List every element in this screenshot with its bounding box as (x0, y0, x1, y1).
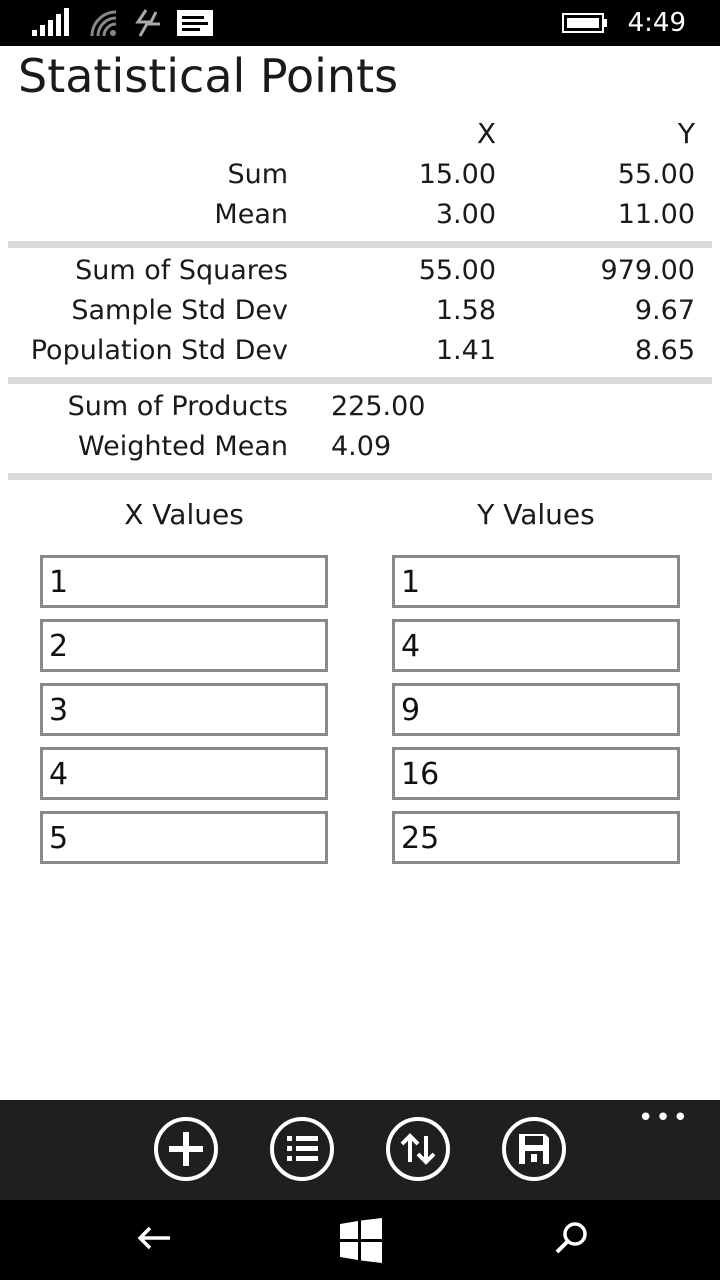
x-value-input[interactable]: 4 (40, 747, 328, 800)
x-value-input[interactable]: 5 (40, 811, 328, 864)
stat-value-y: 55.00 (617, 159, 695, 190)
stat-value-y: 9.67 (634, 295, 695, 326)
section-divider (8, 473, 712, 480)
stat-label: Population Std Dev (30, 335, 288, 366)
add-icon[interactable] (153, 1116, 219, 1182)
stat-row-weighted-mean: Weighted Mean 4.09 (0, 427, 720, 467)
stat-row-sum-of-squares: Sum of Squares 55.00 979.00 (0, 251, 720, 291)
stat-value-x: 1.58 (435, 295, 496, 326)
status-time: 4:49 (627, 8, 686, 38)
stat-value-x: 3.00 (435, 199, 496, 230)
stat-value-y: 979.00 (600, 255, 695, 286)
more-button[interactable]: ••• (638, 1105, 690, 1131)
y-value-input[interactable]: 9 (392, 683, 680, 736)
stat-label: Sum of Squares (75, 255, 288, 286)
battery-icon (562, 13, 607, 33)
stat-value-y: 8.65 (634, 335, 695, 366)
stat-label: Sum of Products (67, 391, 288, 422)
save-icon[interactable] (501, 1116, 567, 1182)
app-bar: ••• (0, 1100, 720, 1200)
list-icon[interactable] (269, 1116, 335, 1182)
stat-value: 225.00 (331, 391, 426, 422)
stat-label: Weighted Mean (78, 431, 288, 462)
message-icon (177, 10, 213, 36)
y-value-input[interactable]: 16 (392, 747, 680, 800)
stat-value-x: 1.41 (435, 335, 496, 366)
column-header-y: Y (677, 117, 695, 150)
stat-label: Mean (214, 199, 288, 230)
y-values-header: Y Values (477, 498, 595, 531)
column-header-x: X (476, 117, 496, 150)
stat-row-sample-std-dev: Sample Std Dev 1.58 9.67 (0, 291, 720, 331)
x-value-input[interactable]: 1 (40, 555, 328, 608)
wifi-icon (90, 10, 117, 37)
stat-row-population-std-dev: Population Std Dev 1.41 8.65 (0, 331, 720, 371)
x-value-input[interactable]: 3 (40, 683, 328, 736)
column-headers: X Y (0, 114, 720, 154)
x-values-header: X Values (124, 498, 244, 531)
page-title: Statistical Points (18, 49, 399, 103)
navigation-bar (0, 1200, 720, 1280)
stat-value: 4.09 (331, 431, 392, 462)
section-divider (8, 377, 712, 384)
stat-row-sum: Sum 15.00 55.00 (0, 155, 720, 195)
windows-icon[interactable] (338, 1218, 384, 1264)
stat-label: Sum (227, 159, 288, 190)
status-bar: 4:49 (0, 0, 720, 46)
x-value-input[interactable]: 2 (40, 619, 328, 672)
stat-value-x: 15.00 (418, 159, 496, 190)
y-value-input[interactable]: 4 (392, 619, 680, 672)
sort-icon[interactable] (385, 1116, 451, 1182)
y-value-input[interactable]: 1 (392, 555, 680, 608)
y-value-input[interactable]: 25 (392, 811, 680, 864)
stat-row-mean: Mean 3.00 11.00 (0, 195, 720, 235)
stat-label: Sample Std Dev (71, 295, 288, 326)
stat-value-x: 55.00 (418, 255, 496, 286)
signal-icon (32, 8, 69, 36)
data-icon (135, 9, 160, 37)
stat-row-sum-of-products: Sum of Products 225.00 (0, 387, 720, 427)
search-icon[interactable] (552, 1218, 592, 1258)
section-divider (8, 241, 712, 248)
stat-value-y: 11.00 (617, 199, 695, 230)
back-icon[interactable] (134, 1218, 174, 1258)
